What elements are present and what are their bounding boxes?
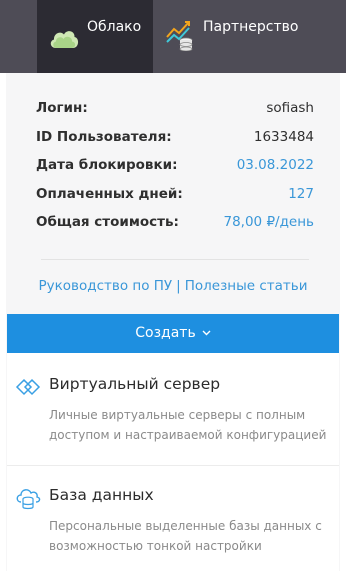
tab-cloud-label: Облако (87, 19, 142, 35)
login-row: Логин: sofiash (36, 100, 314, 129)
block-date-row: Дата блокировки: 03.08.2022 (36, 157, 314, 186)
tab-cloud[interactable]: Облако (37, 0, 153, 73)
total-cost-label: Общая стоимость: (36, 214, 179, 230)
user-id-label: ID Пользователя: (36, 128, 172, 145)
menu-item-description: Личные виртуальные серверы с полным дост… (49, 408, 327, 442)
menu-item-title: Виртуальный сервер (49, 375, 221, 393)
manual-link[interactable]: Руководство по ПУ (39, 278, 173, 294)
help-links: Руководство по ПУ | Полезные статьи (6, 278, 340, 294)
login-label: Логин: (36, 100, 88, 116)
create-menu: Виртуальный сервер Личные виртуальные се… (7, 353, 339, 571)
total-cost-row: Общая стоимость: 78,00 ₽/день (36, 214, 314, 243)
paid-days-value[interactable]: 127 (288, 186, 314, 202)
login-value: sofiash (266, 100, 314, 116)
user-id-value: 1633484 (253, 128, 314, 145)
create-button[interactable]: Создать (7, 314, 339, 353)
account-info: Логин: sofiash ID Пользователя: 1633484 … (36, 100, 314, 243)
cloud-icon (48, 24, 80, 52)
block-date-label: Дата блокировки: (36, 157, 178, 173)
user-id-row: ID Пользователя: 1633484 (36, 129, 314, 158)
tab-partnership[interactable]: Партнерство (163, 0, 346, 73)
block-date-value[interactable]: 03.08.2022 (237, 157, 314, 173)
database-cloud-icon (15, 486, 41, 510)
top-navigation: Облако Партнерство (0, 0, 346, 73)
menu-item-description: Персональные выделенные базы данных с во… (49, 519, 322, 553)
paid-days-row: Оплаченных дней: 127 (36, 186, 314, 215)
tab-partnership-label: Партнерство (203, 19, 299, 35)
menu-item-database[interactable]: База данных Персональные выделенные базы… (7, 466, 339, 571)
create-button-label: Создать (135, 325, 196, 341)
chevron-down-icon (202, 313, 211, 352)
menu-item-virtual-server[interactable]: Виртуальный сервер Личные виртуальные се… (7, 353, 339, 465)
paid-days-label: Оплаченных дней: (36, 185, 183, 202)
menu-item-title: База данных (49, 486, 154, 504)
virtual-server-icon (15, 375, 41, 399)
divider (41, 259, 309, 260)
links-separator: | (176, 278, 181, 294)
partnership-chart-icon (165, 17, 195, 52)
articles-link[interactable]: Полезные статьи (185, 278, 308, 294)
total-cost-value[interactable]: 78,00 ₽/день (224, 214, 315, 230)
